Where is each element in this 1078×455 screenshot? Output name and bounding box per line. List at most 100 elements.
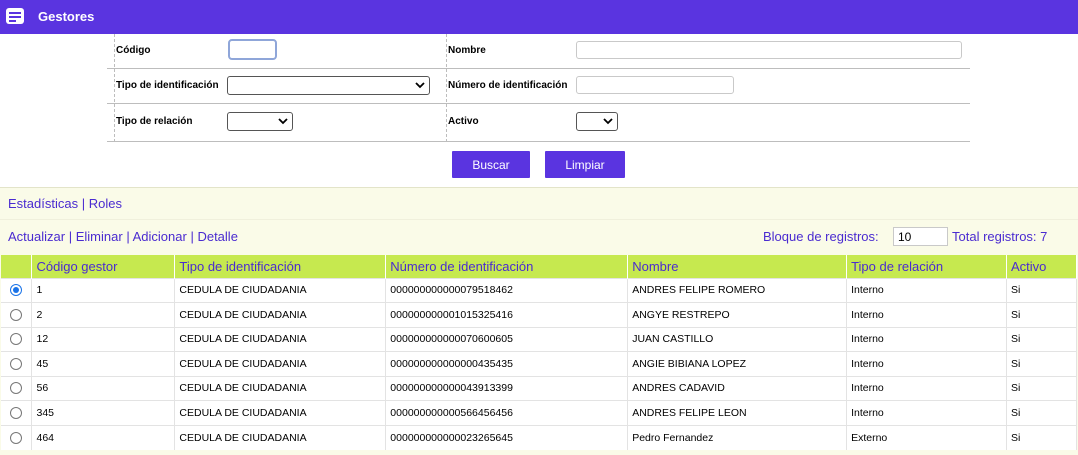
row-radio-button[interactable] [10,431,23,444]
activo-label: Activo [448,116,479,127]
nombre-label: Nombre [448,45,486,56]
table-row[interactable]: 464 CEDULA DE CIUDADANIA 00000000000002326… [1,424,1078,450]
cell-relacion: Interno [846,375,1007,401]
cell-tipo: CEDULA DE CIUDADANIA [174,326,387,352]
bloque-registros-label: Bloque de registros: [763,229,879,244]
cell-codigo: 464 [31,424,176,450]
limpiar-button[interactable]: Limpiar [545,151,625,178]
row-select-cell [1,326,33,352]
row-radio-button[interactable] [10,308,23,321]
separator: | [68,229,73,244]
cell-relacion: Interno [846,277,1007,303]
chevron-down-icon [278,118,288,125]
select-column-header [1,255,33,278]
table-row[interactable]: 2 CEDULA DE CIUDADANIA 0000000000010153254… [1,302,1078,327]
cell-nombre: ANGIE BIBIANA LOPEZ [627,351,848,376]
table-row[interactable]: 345 CEDULA DE CIUDADANIA 00000000000056645… [1,400,1078,425]
cell-tipo: CEDULA DE CIUDADANIA [174,351,387,376]
eliminar-link[interactable]: Eliminar [76,229,123,244]
cell-activo: Si [1006,326,1078,352]
table-body: 1 CEDULA DE CIUDADANIA 0000000000000795184… [1,277,1078,450]
cell-nombre: ANDRES CADAVID [627,375,848,401]
nombre-input[interactable] [576,41,962,59]
chevron-down-icon [603,118,613,125]
estadisticas-link[interactable]: Estadísticas [8,196,78,211]
cell-numero: 000000000000566456456 [385,400,629,425]
numero-identificacion-input[interactable] [576,76,734,94]
cell-nombre: ANDRES FELIPE LEON [627,400,848,425]
row-select-cell [1,400,33,425]
detalle-link[interactable]: Detalle [197,229,237,244]
row-select-cell [1,302,33,327]
cell-relacion: Interno [846,400,1007,425]
codigo-input[interactable] [228,39,277,60]
column-header[interactable]: Activo [1006,255,1078,278]
gestores-table: Código gestor Tipo de identificación Núm… [1,255,1078,450]
cell-relacion: Interno [846,326,1007,352]
cell-relacion: Externo [846,424,1007,450]
cell-codigo: 12 [31,326,176,352]
cell-nombre: ANDRES FELIPE ROMERO [627,277,848,303]
table-header-row: Código gestor Tipo de identificación Núm… [1,255,1078,278]
actualizar-link[interactable]: Actualizar [8,229,65,244]
cell-numero: 000000000000079518462 [385,277,629,303]
table-row[interactable]: 56 CEDULA DE CIUDADANIA 000000000000043913… [1,375,1078,401]
total-registros-label: Total registros: 7 [952,229,1048,244]
chevron-down-icon [415,82,425,89]
cell-activo: Si [1006,277,1078,303]
column-header[interactable]: Tipo de relación [846,255,1007,278]
separator: | [126,229,130,244]
title-bar: Gestores [0,0,1078,34]
cell-relacion: Interno [846,302,1007,327]
row-radio-button[interactable] [10,284,23,297]
divider [0,219,1078,220]
column-header[interactable]: Nombre [627,255,848,278]
row-select-cell [1,351,33,376]
cell-activo: Si [1006,302,1078,327]
codigo-label: Código [116,45,151,56]
roles-link[interactable]: Roles [89,196,122,211]
cell-activo: Si [1006,400,1078,425]
activo-select[interactable] [576,112,618,131]
tipo-identificacion-label: Tipo de identificación [116,80,219,91]
bloque-registros-input[interactable] [893,227,948,246]
table-row[interactable]: 45 CEDULA DE CIUDADANIA 000000000000000435… [1,351,1078,376]
table-row[interactable]: 1 CEDULA DE CIUDADANIA 0000000000000795184… [1,277,1078,303]
row-select-cell [1,424,33,450]
cell-numero: 000000000000000435435 [385,351,629,376]
column-header[interactable]: Número de identificación [385,255,629,278]
cell-codigo: 56 [31,375,176,401]
cell-numero: 000000000000023265645 [385,424,629,450]
row-radio-button[interactable] [10,333,23,346]
list-icon [6,8,24,24]
cell-numero: 000000000001015325416 [385,302,629,327]
row-radio-button[interactable] [10,357,23,370]
row-radio-button[interactable] [10,406,23,419]
buscar-button[interactable]: Buscar [452,151,530,178]
numero-identificacion-label: Número de identificación [448,80,568,91]
divider [114,34,115,142]
cell-nombre: ANGYE RESTREPO [627,302,848,327]
cell-codigo: 345 [31,400,176,425]
cell-tipo: CEDULA DE CIUDADANIA [174,302,387,327]
filter-form: Código Nombre Tipo de identificación Núm… [107,34,970,142]
column-header[interactable]: Código gestor [31,255,176,278]
cell-relacion: Interno [846,351,1007,376]
cell-codigo: 1 [31,277,176,303]
results-panel: Estadísticas | Roles Actualizar | Elimin… [0,187,1078,455]
cell-tipo: CEDULA DE CIUDADANIA [174,375,387,401]
top-links: Estadísticas | Roles [8,196,122,211]
cell-codigo: 45 [31,351,176,376]
tipo-relacion-label: Tipo de relación [116,116,193,127]
cell-nombre: Pedro Fernandez [627,424,848,450]
table-row[interactable]: 12 CEDULA DE CIUDADANIA 000000000000070600… [1,326,1078,352]
divider [446,34,447,142]
column-header[interactable]: Tipo de identificación [174,255,387,278]
cell-codigo: 2 [31,302,176,327]
tipo-identificacion-select[interactable] [227,76,430,95]
tipo-relacion-select[interactable] [227,112,293,131]
page-title: Gestores [38,9,95,24]
cell-tipo: CEDULA DE CIUDADANIA [174,277,387,303]
adicionar-link[interactable]: Adicionar [133,229,187,244]
row-radio-button[interactable] [10,382,23,395]
